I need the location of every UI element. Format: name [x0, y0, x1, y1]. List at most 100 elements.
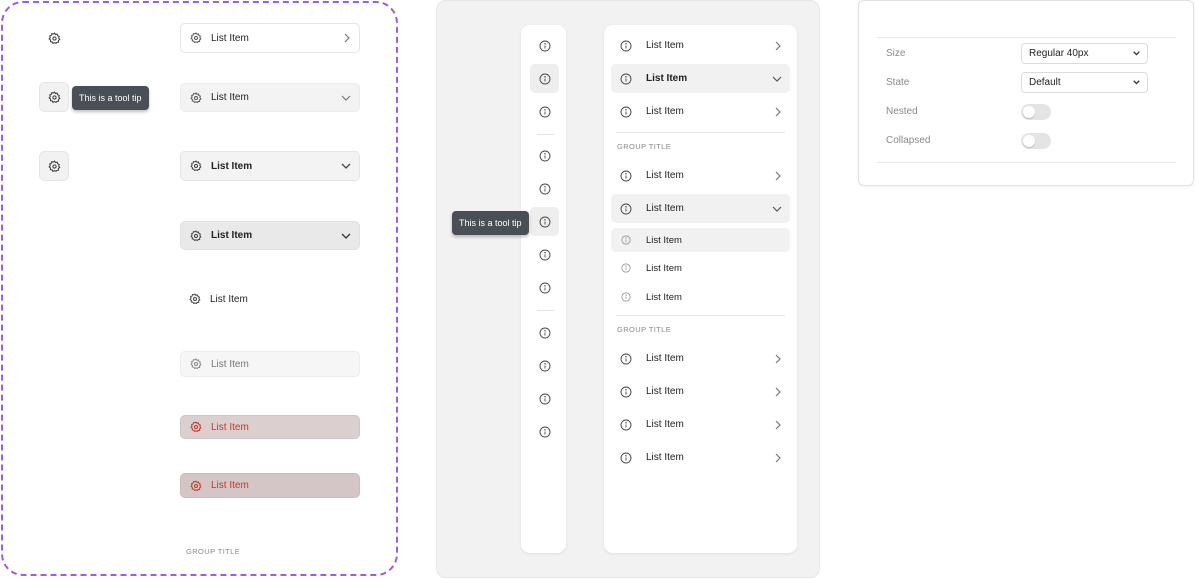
gear-icon: [47, 90, 61, 104]
rail-item[interactable]: [530, 174, 559, 203]
info-icon: [539, 393, 551, 405]
rail-item[interactable]: [530, 240, 559, 269]
menu-item[interactable]: List Item: [611, 377, 790, 406]
info-icon: [539, 282, 551, 294]
list-item-selected[interactable]: List Item: [180, 151, 360, 181]
nested-toggle[interactable]: [1021, 104, 1051, 120]
rail-item[interactable]: [530, 97, 559, 126]
rail-item[interactable]: [530, 384, 559, 413]
info-icon: [620, 106, 632, 118]
menu-item[interactable]: List Item: [611, 97, 790, 126]
menu-item[interactable]: List Item: [611, 64, 790, 93]
state-label: State: [886, 77, 910, 88]
menu-item-label: List Item: [646, 170, 684, 181]
rail-item[interactable]: [530, 318, 559, 347]
rail-item[interactable]: [530, 64, 559, 93]
group-title: GROUP TITLE: [617, 142, 672, 151]
icon-only-item-hover[interactable]: [39, 82, 69, 112]
info-icon: [620, 73, 632, 85]
info-icon: [620, 353, 632, 365]
list-item-label: List Item: [211, 230, 253, 241]
menu-item[interactable]: List Item: [611, 443, 790, 472]
gear-icon: [190, 358, 202, 370]
info-icon: [620, 419, 632, 431]
chevron-right-icon: [774, 354, 782, 364]
info-icon: [539, 216, 551, 228]
list-item-label: List Item: [211, 160, 253, 172]
info-icon: [620, 40, 632, 52]
icon-only-item-active[interactable]: [39, 151, 69, 181]
info-icon: [539, 327, 551, 339]
info-icon: [539, 40, 551, 52]
rail-item[interactable]: [530, 273, 559, 302]
nested-menu-item[interactable]: List Item: [611, 285, 790, 309]
chevron-right-icon: [774, 41, 782, 51]
menu-item[interactable]: List Item: [611, 161, 790, 190]
list-item-label: List Item: [211, 480, 249, 491]
gear-icon: [190, 421, 202, 433]
menu-item-label: List Item: [646, 291, 682, 303]
icon-only-item[interactable]: [39, 23, 69, 53]
info-icon: [539, 426, 551, 438]
chevron-down-icon: [341, 94, 351, 102]
menu-item-label: List Item: [646, 419, 684, 430]
info-icon: [620, 452, 632, 464]
properties-panel: [858, 0, 1194, 186]
state-select[interactable]: Default: [1021, 72, 1148, 93]
gear-icon: [47, 159, 61, 173]
rail-item[interactable]: [530, 207, 559, 236]
divider: [616, 132, 785, 133]
divider: [876, 37, 1176, 38]
info-icon: [539, 150, 551, 162]
menu-item-label: List Item: [646, 262, 682, 274]
size-select[interactable]: Regular 40px: [1021, 43, 1148, 64]
chevron-right-icon: [774, 107, 782, 117]
menu-item-label: List Item: [646, 353, 684, 364]
list-item-label: List Item: [211, 92, 249, 103]
chevron-right-icon: [774, 453, 782, 463]
menu-item[interactable]: List Item: [611, 194, 790, 223]
chevron-down-icon: [772, 75, 782, 83]
size-label: Size: [886, 48, 906, 59]
divider: [537, 134, 554, 135]
rail-item[interactable]: [530, 417, 559, 446]
rail-item[interactable]: [530, 141, 559, 170]
collapsed-label: Collapsed: [886, 135, 931, 146]
rail-item[interactable]: [530, 351, 559, 380]
list-item-label: List Item: [211, 421, 249, 433]
info-icon: [539, 106, 551, 118]
group-title: GROUP TITLE: [617, 325, 672, 334]
info-icon: [539, 249, 551, 261]
gear-icon: [189, 293, 201, 305]
collapsed-toggle[interactable]: [1021, 133, 1051, 149]
menu-item-label: List Item: [646, 234, 682, 246]
gear-icon: [190, 91, 202, 104]
menu-item[interactable]: List Item: [611, 410, 790, 439]
list-item-plain[interactable]: List Item: [180, 286, 360, 312]
menu-item-label: List Item: [646, 40, 684, 51]
divider: [616, 315, 785, 316]
nested-menu-item[interactable]: List Item: [611, 228, 790, 252]
menu-item[interactable]: List Item: [611, 344, 790, 373]
info-icon: [620, 170, 632, 182]
menu-item[interactable]: List Item: [611, 31, 790, 60]
info-icon: [539, 73, 551, 85]
chevron-down-icon: [341, 162, 351, 170]
list-item-active[interactable]: List Item: [180, 221, 360, 250]
chevron-right-icon: [343, 33, 351, 43]
menu-item-label: List Item: [646, 73, 688, 84]
menu-item-label: List Item: [646, 203, 684, 214]
nested-menu-item[interactable]: List Item: [611, 256, 790, 280]
list-item-hover[interactable]: List Item: [180, 83, 360, 112]
menu-item-label: List Item: [646, 452, 684, 463]
rail-item[interactable]: [530, 31, 559, 60]
info-icon: [620, 386, 632, 398]
list-item-default[interactable]: List Item: [180, 23, 360, 53]
gear-icon: [190, 160, 202, 172]
list-item-danger[interactable]: List Item: [180, 415, 360, 439]
list-item-danger-hover[interactable]: List Item: [180, 473, 360, 498]
group-title: GROUP TITLE: [186, 547, 241, 556]
chevron-down-icon: [341, 232, 351, 240]
chevron-right-icon: [774, 420, 782, 430]
gear-icon: [190, 229, 202, 242]
